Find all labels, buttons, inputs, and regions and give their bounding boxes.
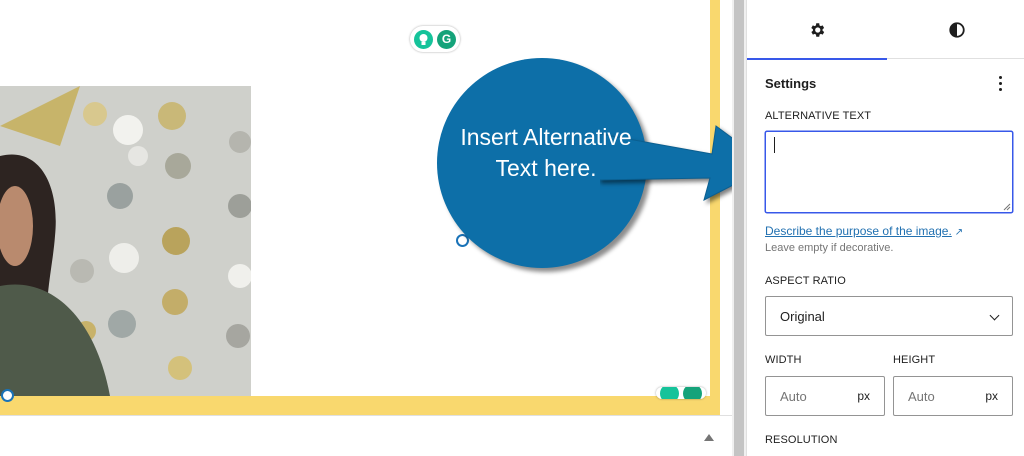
block-image[interactable] (0, 86, 251, 396)
options-menu-icon[interactable] (991, 72, 1009, 94)
text-cursor (774, 137, 775, 153)
alt-text-label: ALTERNATIVE TEXT (765, 110, 872, 122)
scrollbar-thumb[interactable] (734, 0, 744, 456)
lightbulb-icon[interactable] (414, 29, 433, 49)
tab-styles[interactable] (887, 0, 1024, 59)
callout-text-line1: Insert Alternative (460, 124, 632, 150)
height-label: HEIGHT (893, 354, 936, 366)
describe-image-link[interactable]: Describe the purpose of the image. ↗ (765, 224, 963, 238)
height-input[interactable]: Auto px (893, 376, 1013, 416)
width-unit[interactable]: px (857, 389, 870, 403)
sidebar-tabs (747, 0, 1024, 60)
tab-settings[interactable] (747, 0, 887, 60)
grammarly-logo-icon[interactable] (683, 387, 702, 399)
grammarly-widget[interactable]: G (410, 26, 460, 52)
party-photo-illustration (0, 86, 251, 396)
gear-icon (811, 22, 825, 37)
grammarly-widget-bottom[interactable] (656, 387, 706, 399)
alt-text-field[interactable] (765, 131, 1013, 213)
height-placeholder: Auto (908, 388, 935, 404)
aspect-ratio-label: ASPECT RATIO (765, 275, 846, 287)
lightbulb-icon[interactable] (660, 387, 679, 399)
resolution-label: RESOLUTION (765, 434, 838, 446)
half-circle-icon (949, 21, 965, 38)
editor-canvas: G Insert Alternative Text here. (0, 0, 771, 456)
width-input[interactable]: Auto px (765, 376, 885, 416)
height-unit[interactable]: px (985, 389, 998, 403)
editor-footer-bar (0, 415, 732, 456)
settings-sidebar: Settings ALTERNATIVE TEXT Describe the p… (746, 0, 1024, 456)
grammarly-logo-icon[interactable]: G (437, 29, 456, 49)
alt-text-help: Leave empty if decorative. (765, 242, 894, 254)
chevron-down-icon (989, 310, 1000, 321)
aspect-ratio-value: Original (780, 308, 825, 324)
describe-image-link-text: Describe the purpose of the image. (765, 224, 952, 238)
width-placeholder: Auto (780, 388, 807, 404)
resize-grip-icon[interactable] (1001, 201, 1011, 211)
aspect-ratio-select[interactable]: Original (765, 296, 1013, 336)
scrollbar[interactable] (732, 0, 746, 456)
callout-text-line2: Text here. (495, 155, 597, 181)
width-label: WIDTH (765, 354, 802, 366)
callout-text: Insert Alternative Text here. (437, 122, 655, 184)
caret-up-icon[interactable] (704, 434, 714, 441)
panel-title[interactable]: Settings (765, 76, 816, 91)
external-link-icon: ↗ (954, 227, 964, 238)
image-resize-handle-bottom[interactable] (1, 389, 14, 402)
